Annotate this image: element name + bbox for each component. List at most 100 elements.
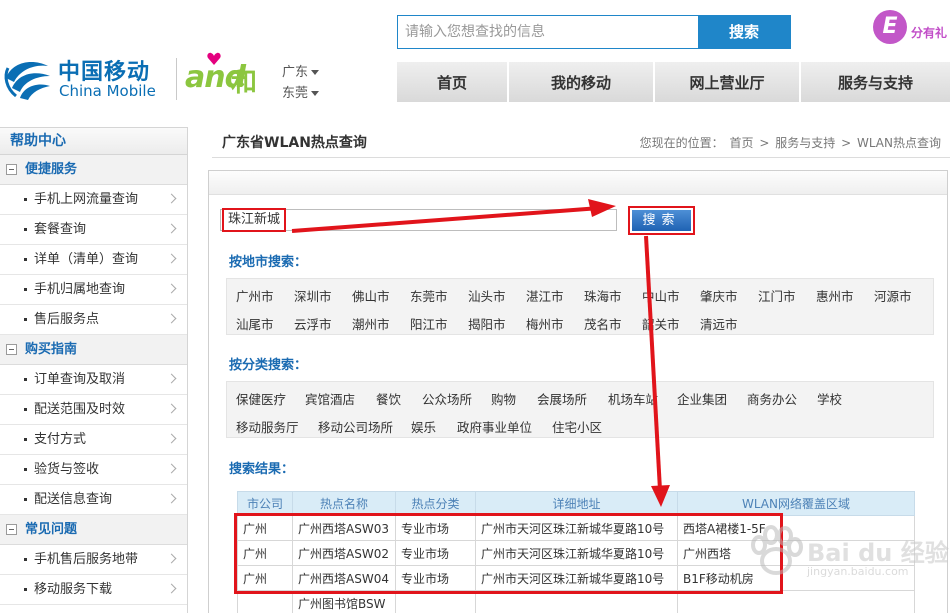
sidebar-item-plan-query[interactable]: 套餐查询 [0,215,187,245]
breadcrumb: 您现在的位置： 首页 > 服务与支持 > WLAN热点查询 [639,134,942,151]
sidebar-item-delivery-scope[interactable]: 配送范围及时效 [0,395,187,425]
chevron-down-icon [311,91,320,96]
city-tag[interactable]: 云浮市 [294,314,332,333]
city-tag[interactable]: 珠海市 [584,286,622,305]
breadcrumb-home[interactable]: 首页 [730,136,754,150]
site-search-bar: 搜索 [397,15,791,49]
sidebar-item-delivery-info[interactable]: 配送信息查询 [0,485,187,515]
cell-category: 专业市场 [395,565,476,591]
category-tag[interactable]: 餐饮 [376,389,401,408]
bullet-icon [24,588,27,591]
category-tag[interactable]: 学校 [817,389,842,408]
china-mobile-logo[interactable]: 中国移动 China Mobile [0,48,170,108]
city-tag[interactable]: 河源市 [874,286,912,305]
nav-service-support[interactable]: 服务与支持 [801,62,950,102]
city-dropdown[interactable]: 东莞 [282,83,320,104]
sidebar-item-inspection[interactable]: 验货与签收 [0,455,187,485]
chevron-right-icon [166,493,177,504]
city-label: 东莞 [282,86,309,101]
cell-category: 专业市场 [395,515,476,541]
sidebar-item-label: 配送信息查询 [34,492,113,507]
table-row[interactable]: 广州 广州西塔ASW02 专业市场 广州市天河区珠江新城华夏路10号 广州西塔 [237,540,915,566]
cell-hotspot: 广州西塔ASW02 [292,540,396,566]
sidebar-group-label: 购买指南 [25,341,78,357]
and-he-brand-logo[interactable]: and 和 [185,52,270,104]
category-tag[interactable]: 商务办公 [747,389,797,408]
chevron-right-icon [166,553,177,564]
cell-company: 广州 [237,565,293,591]
category-tag[interactable]: 移动服务厅 [236,417,299,436]
city-tag[interactable]: 中山市 [642,286,680,305]
sidebar-item-label: 售后服务点 [34,312,100,327]
city-tag[interactable]: 广州市 [236,286,274,305]
city-tag[interactable]: 惠州市 [816,286,854,305]
city-tag[interactable]: 茂名市 [584,314,622,333]
city-tag[interactable]: 汕尾市 [236,314,274,333]
city-tag[interactable]: 梅州市 [526,314,564,333]
site-search-button[interactable]: 搜索 [698,16,790,48]
category-tag[interactable]: 宾馆酒店 [305,389,355,408]
chevron-down-icon [311,70,320,75]
city-tag[interactable]: 佛山市 [352,286,390,305]
chevron-right-icon [166,583,177,594]
nav-home[interactable]: 首页 [397,62,509,102]
category-tag[interactable]: 会展场所 [537,389,587,408]
promo-badge-icon: E [873,10,907,44]
sidebar-item-payment[interactable]: 支付方式 [0,425,187,455]
city-tag[interactable]: 汕头市 [468,286,506,305]
category-tag[interactable]: 娱乐 [411,417,436,436]
table-row[interactable]: 广州 广州西塔ASW04 专业市场 广州市天河区珠江新城华夏路10号 B1F移动… [237,565,915,591]
bullet-icon [24,198,27,201]
city-tag[interactable]: 清远市 [700,314,738,333]
keyword-value[interactable]: 珠江新城 [222,208,287,232]
points-promo[interactable]: E 分有礼 [873,10,950,50]
site-search-input[interactable] [398,16,698,48]
city-tag[interactable]: 韶关市 [642,314,680,333]
city-tag[interactable]: 江门市 [758,286,796,305]
breadcrumb-current[interactable]: WLAN热点查询 [857,136,941,150]
sidebar-item-after-sales[interactable]: 手机售后服务地带 [0,545,187,575]
city-tag[interactable]: 揭阳市 [468,314,506,333]
category-tag[interactable]: 公众场所 [422,389,472,408]
sidebar-group-purchase[interactable]: 购买指南 [0,335,187,365]
nav-my-mobile[interactable]: 我的移动 [509,62,655,102]
sidebar-item-download[interactable]: 移动服务下载 [0,575,187,605]
cell-hotspot: 广州西塔ASW03 [292,515,396,541]
category-tag[interactable]: 购物 [491,389,516,408]
category-tag[interactable]: 移动公司场所 [318,417,393,436]
city-tag[interactable]: 东莞市 [410,286,448,305]
chevron-right-icon [166,223,177,234]
nav-online-hall[interactable]: 网上营业厅 [655,62,801,102]
sidebar-item-order-query[interactable]: 订单查询及取消 [0,365,187,395]
bullet-icon [24,258,27,261]
city-tag[interactable]: 潮州市 [352,314,390,333]
cell-company: 广州 [237,515,293,541]
wlan-search-button[interactable]: 搜索 [632,210,691,231]
table-row[interactable]: 广州图书馆BSW [237,590,915,613]
chevron-right-icon [166,253,177,264]
sidebar-item-bill-detail[interactable]: 详单（清单）查询 [0,245,187,275]
category-tag-box: 保健医疗 宾馆酒店 餐饮 公众场所 购物 会展场所 机场车站 企业集团 商务办公… [226,381,934,438]
province-dropdown[interactable]: 广东 [282,62,320,83]
breadcrumb-service[interactable]: 服务与支持 [775,136,835,150]
city-tag[interactable]: 阳江市 [410,314,448,333]
sidebar-group-faq[interactable]: 常见问题 [0,515,187,545]
bullet-icon [24,408,27,411]
category-tag[interactable]: 企业集团 [677,389,727,408]
category-tag[interactable]: 保健医疗 [236,389,286,408]
table-row[interactable]: 广州 广州西塔ASW03 专业市场 广州市天河区珠江新城华夏路10号 西塔A裙楼… [237,515,915,541]
sidebar-item-number-location[interactable]: 手机归属地查询 [0,275,187,305]
city-tag[interactable]: 湛江市 [526,286,564,305]
cell-hotspot: 广州图书馆BSW [292,590,396,613]
help-sidebar: 帮助中心 便捷服务 手机上网流量查询 套餐查询 详单（清单）查询 手机归属地查询… [0,127,188,613]
sidebar-group-convenient[interactable]: 便捷服务 [0,155,187,185]
sidebar-item-data-usage[interactable]: 手机上网流量查询 [0,185,187,215]
city-tag[interactable]: 肇庆市 [700,286,738,305]
sidebar-item-service-points[interactable]: 售后服务点 [0,305,187,335]
col-header-company: 市公司 [237,491,293,516]
city-tag[interactable]: 深圳市 [294,286,332,305]
category-tag[interactable]: 住宅小区 [552,417,602,436]
logo-english-text: China Mobile [59,82,156,100]
category-tag[interactable]: 政府事业单位 [457,417,532,436]
category-tag[interactable]: 机场车站 [608,389,658,408]
